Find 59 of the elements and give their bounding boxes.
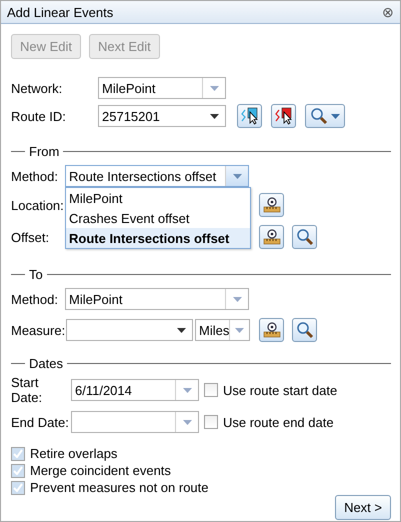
ruler-target-icon (262, 322, 280, 338)
search-icon (296, 228, 314, 246)
field-label: End Date: (11, 414, 70, 430)
field-label: Start Date: (11, 375, 44, 405)
route-select-icon (274, 107, 292, 125)
dropdown-arrow-icon (235, 328, 244, 332)
field-label: Location: (11, 198, 65, 212)
measure-button[interactable] (259, 318, 284, 342)
route-id-select[interactable]: 25715201 (98, 105, 226, 127)
dropdown-arrow-icon (232, 296, 242, 302)
field-label: Offset: (11, 230, 50, 244)
method-select[interactable]: Route Intersections offset (65, 165, 249, 187)
units-select[interactable]: Miles (195, 319, 250, 341)
search-button[interactable] (292, 318, 317, 342)
checkbox[interactable] (11, 480, 25, 494)
field-label: Method: (11, 292, 59, 306)
close-button[interactable]: ⊗ (382, 4, 394, 20)
deselect-route-button[interactable] (271, 104, 296, 128)
dropdown-option[interactable]: MilePoint (66, 188, 250, 208)
dropdown-option[interactable]: Route Intersections offset (66, 228, 250, 248)
search-menu-button[interactable] (305, 104, 345, 128)
dropdown-arrow-icon (210, 86, 218, 90)
checkbox[interactable] (11, 464, 25, 478)
section-heading: From (29, 144, 60, 159)
checkbox-label: Prevent measures not on route (30, 480, 208, 495)
checkbox[interactable] (204, 415, 218, 429)
dropdown-option[interactable]: Crashes Event offset (66, 208, 250, 228)
ruler-target-icon (262, 229, 280, 245)
checkbox-label: Use route start date (223, 382, 338, 398)
window-title: Add Linear Events (7, 4, 114, 20)
section-heading: Dates (29, 356, 63, 371)
section-heading: To (29, 267, 43, 282)
measure-button[interactable] (259, 193, 284, 217)
checkbox-label: Retire overlaps (30, 446, 118, 461)
checkbox-label: Use route end date (223, 414, 334, 430)
dropdown-arrow-icon (182, 420, 192, 424)
search-button[interactable] (292, 225, 317, 249)
field-label: Network: (11, 80, 64, 96)
field-label: Measure: (11, 322, 66, 338)
dropdown-arrow-icon (331, 114, 340, 118)
dropdown-arrow-icon (210, 114, 218, 118)
field-label: Route ID: (11, 108, 67, 124)
next-button[interactable]: Next > (335, 495, 391, 520)
search-icon (296, 321, 314, 339)
dropdown-arrow-icon (176, 328, 186, 332)
checkbox-label: Merge coincident events (30, 463, 171, 478)
network-select[interactable]: MilePoint (98, 77, 226, 99)
select-route-button[interactable] (237, 104, 262, 128)
checkbox[interactable] (204, 383, 218, 397)
start-date-select[interactable]: 6/11/2014 (71, 379, 199, 401)
method-select[interactable]: MilePoint (65, 288, 249, 310)
field-label: Method: (11, 168, 59, 184)
ruler-target-icon (262, 197, 280, 213)
dropdown-arrow-icon (232, 174, 242, 178)
search-icon (310, 107, 328, 125)
route-select-icon (240, 107, 258, 125)
checkbox[interactable] (11, 446, 25, 460)
dropdown-arrow-icon (182, 388, 192, 392)
measure-button[interactable] (259, 225, 284, 249)
